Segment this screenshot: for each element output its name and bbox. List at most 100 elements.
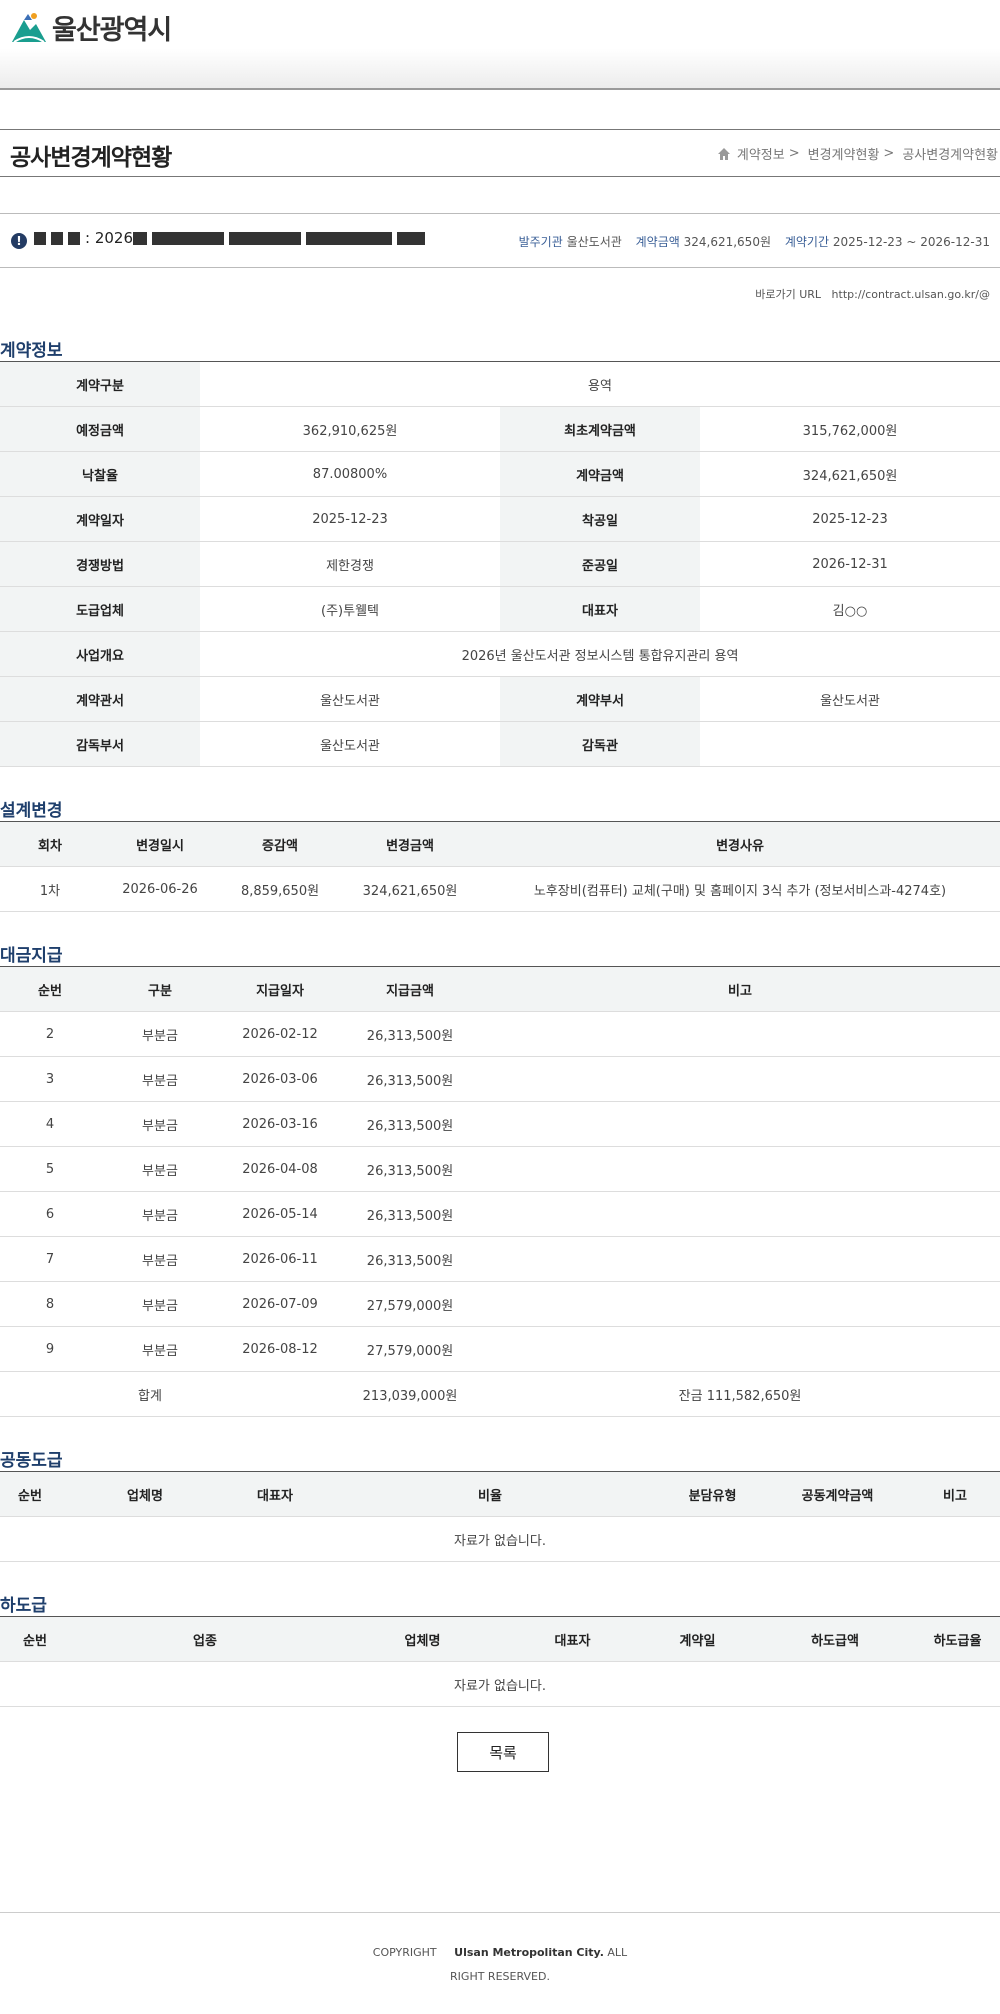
cell-value: (주)투웰텍: [200, 586, 500, 632]
column-header: 변경금액: [340, 821, 480, 867]
org-value: 울산도서관: [566, 235, 622, 249]
cell-value: 8,859,650원: [220, 866, 340, 912]
cell-value: 324,621,650원: [700, 451, 1000, 497]
table-row: 6 부분금 2026-05-14 26,313,500원: [0, 1191, 1000, 1237]
list-button[interactable]: 목록: [457, 1732, 549, 1772]
cell-value: [480, 1191, 1000, 1237]
cell-value: 2026-08-12: [220, 1326, 340, 1372]
table-row: 8 부분금 2026-07-09 27,579,000원: [0, 1281, 1000, 1327]
url-label: 바로가기 URL: [755, 288, 822, 301]
column-header: 비율: [320, 1471, 660, 1517]
joint-contract-table: 순번 업체명 대표자 비율 분담유형 공동계약금액 비고 자료가 없습니다.: [0, 1471, 1000, 1562]
home-icon[interactable]: [717, 147, 731, 161]
section-title-contract-info: 계약정보: [0, 341, 63, 361]
copyright-owner: Ulsan Metropolitan City.: [454, 1946, 604, 1959]
table-header-row: 순번 업종 업체명 대표자 계약일 하도급액 하도급율: [0, 1616, 1000, 1662]
cell-value: [700, 721, 1000, 767]
amount-label: 계약금액: [635, 235, 680, 249]
cell-label: 낙찰율: [0, 451, 200, 497]
cell-label: 계약관서: [0, 676, 200, 722]
cell-value: [480, 1011, 1000, 1057]
column-header: 업종: [70, 1616, 340, 1662]
column-header: 업체명: [60, 1471, 230, 1517]
breadcrumb-item-3[interactable]: 공사변경계약현황: [902, 144, 998, 163]
org-label: 발주기관: [518, 235, 563, 249]
column-header: 계약일: [640, 1616, 755, 1662]
column-header: 하도급율: [915, 1616, 1000, 1662]
redacted-block: [229, 231, 301, 245]
cell-value: 부분금: [100, 1056, 220, 1102]
column-header: 공동계약금액: [765, 1471, 910, 1517]
table-header-row: 순번 업체명 대표자 비율 분담유형 공동계약금액 비고: [0, 1471, 1000, 1517]
table-row: 계약관서 울산도서관 계약부서 울산도서관: [0, 676, 1000, 722]
site-header: 울산광역시: [0, 0, 1000, 90]
cell-value: 부분금: [100, 1326, 220, 1372]
breadcrumb-item-2[interactable]: 변경계약현황: [808, 144, 880, 163]
cell-value: 26,313,500원: [340, 1236, 480, 1282]
breadcrumb-item-1[interactable]: 계약정보: [737, 144, 785, 163]
cell-value: 9: [0, 1326, 100, 1372]
cell-value: 8: [0, 1281, 100, 1327]
design-change-table: 회차 변경일시 증감액 변경금액 변경사유 1차 2026-06-26 8,85…: [0, 821, 1000, 912]
table-row: 자료가 없습니다.: [0, 1516, 1000, 1562]
cell-label: 사업개요: [0, 631, 200, 677]
column-header: 회차: [0, 821, 100, 867]
cell-value: 26,313,500원: [340, 1191, 480, 1237]
cell-value: 부분금: [100, 1146, 220, 1192]
column-header: 변경사유: [480, 821, 1000, 867]
cell-label: 착공일: [500, 496, 700, 542]
cell-value: 김○○: [700, 586, 1000, 632]
table-row: 3 부분금 2026-03-06 26,313,500원: [0, 1056, 1000, 1102]
column-header: 변경일시: [100, 821, 220, 867]
cell-value: 6: [0, 1191, 100, 1237]
cell-value: 부분금: [100, 1101, 220, 1147]
cell-value: 2026-03-16: [220, 1101, 340, 1147]
cell-value: 2026년 울산도서관 정보시스템 통합유지관리 용역: [200, 631, 1000, 677]
section-title-subcontract: 하도급: [0, 1596, 47, 1616]
cell-value: [480, 1326, 1000, 1372]
cell-value: 315,762,000원: [700, 406, 1000, 452]
logo-text: 울산광역시: [52, 14, 172, 46]
cell-value: 용역: [200, 361, 1000, 407]
copyright: COPYRIGHT Ulsan Metropolitan City. ALL R…: [360, 1941, 640, 1989]
table-row: 예정금액 362,910,625원 최초계약금액 315,762,000원: [0, 406, 1000, 452]
cell-label: 감독관: [500, 721, 700, 767]
column-header: 구분: [100, 966, 220, 1012]
column-header: 지급금액: [340, 966, 480, 1012]
cell-value: 4: [0, 1101, 100, 1147]
cell-value: 5: [0, 1146, 100, 1192]
redacted-block: [306, 231, 392, 245]
cell-label: 도급업체: [0, 586, 200, 632]
redacted-block: [152, 231, 224, 245]
cell-value: 부분금: [100, 1281, 220, 1327]
section-title-payment: 대금지급: [0, 946, 63, 966]
table-header-row: 회차 변경일시 증감액 변경금액 변경사유: [0, 821, 1000, 867]
cell-label: 계약부서: [500, 676, 700, 722]
cell-value: 2025-12-23: [200, 496, 500, 542]
cell-label: 준공일: [500, 541, 700, 587]
table-row: 감독부서 울산도서관 감독관: [0, 721, 1000, 767]
cell-value: 26,313,500원: [340, 1146, 480, 1192]
cell-label: 감독부서: [0, 721, 200, 767]
table-row: 4 부분금 2026-03-16 26,313,500원: [0, 1101, 1000, 1147]
redacted-block: [397, 231, 425, 245]
site-logo[interactable]: 울산광역시: [10, 8, 172, 46]
cell-label: 예정금액: [0, 406, 200, 452]
cell-value: 27,579,000원: [340, 1326, 480, 1372]
cell-value: [480, 1281, 1000, 1327]
cell-value: 3: [0, 1056, 100, 1102]
column-header: 업체명: [340, 1616, 505, 1662]
url-value[interactable]: http://contract.ulsan.go.kr/@: [832, 288, 990, 301]
cell-value: 부분금: [100, 1236, 220, 1282]
alert-icon: !: [11, 233, 27, 249]
cell-value: 울산도서관: [700, 676, 1000, 722]
table-row: 자료가 없습니다.: [0, 1661, 1000, 1707]
redacted-block: [51, 231, 63, 245]
ulsan-logo-icon: [12, 13, 46, 43]
cell-value: 2026-06-26: [100, 866, 220, 912]
contract-name: : 2026: [34, 229, 430, 247]
cell-value: 26,313,500원: [340, 1101, 480, 1147]
cell-label: 경쟁방법: [0, 541, 200, 587]
contract-summary: ! : 2026 발주기관 울산도서관 계약금액 324,621,650원 계약…: [0, 213, 1000, 268]
cell-value: 2026-07-09: [220, 1281, 340, 1327]
